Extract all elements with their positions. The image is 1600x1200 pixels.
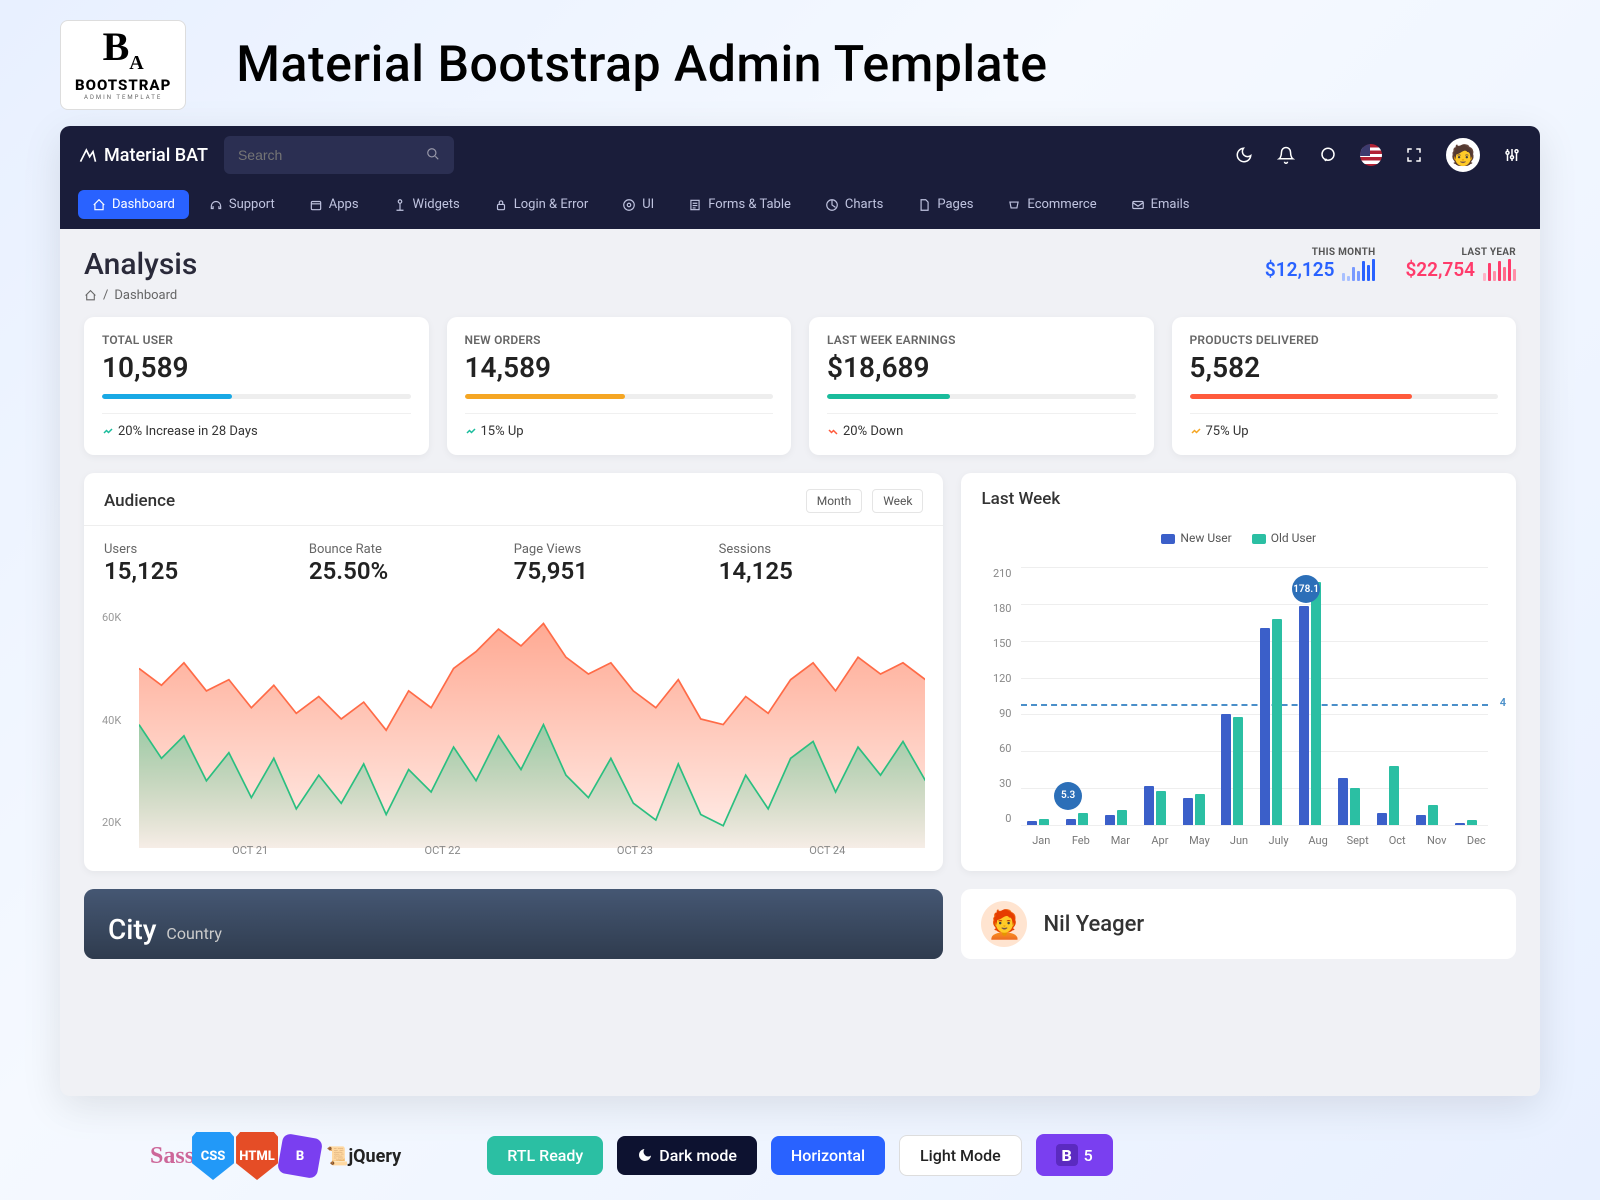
nav-charts[interactable]: Charts bbox=[811, 190, 897, 219]
footer-pill-2[interactable]: Horizontal bbox=[771, 1136, 885, 1175]
stat-label: NEW ORDERS bbox=[465, 333, 774, 347]
search-box[interactable] bbox=[224, 136, 454, 174]
settings-sliders-icon[interactable] bbox=[1502, 145, 1522, 165]
fullscreen-icon[interactable] bbox=[1404, 145, 1424, 165]
last-week-title: Last Week bbox=[981, 489, 1060, 509]
stat-trend: 75% Up bbox=[1190, 413, 1499, 439]
stat-value: 14,589 bbox=[465, 351, 774, 384]
flag-icon[interactable] bbox=[1360, 144, 1382, 166]
avatar[interactable]: 🧑 bbox=[1446, 138, 1480, 172]
home-icon[interactable] bbox=[84, 289, 97, 302]
audience-stat: Sessions14,125 bbox=[719, 542, 924, 585]
stat-label: LAST WEEK EARNINGS bbox=[827, 333, 1136, 347]
stat-value: 10,589 bbox=[102, 351, 411, 384]
mini-metric-last-year: LAST YEAR $22,754 bbox=[1405, 247, 1516, 281]
user-name: Nil Yeager bbox=[1043, 912, 1144, 937]
last-week-panel: Last Week New User Old User 210180150120… bbox=[961, 473, 1516, 871]
audience-stat: Page Views75,951 bbox=[514, 542, 719, 585]
stat-label: PRODUCTS DELIVERED bbox=[1190, 333, 1499, 347]
last-week-chart: New User Old User 2101801501209060300 4 … bbox=[961, 521, 1516, 861]
user-avatar-icon: 🧑‍🦰 bbox=[981, 901, 1027, 947]
user-panel: 🧑‍🦰 Nil Yeager bbox=[961, 889, 1516, 959]
tab-week[interactable]: Week bbox=[872, 489, 923, 513]
nav-forms-table[interactable]: Forms & Table bbox=[674, 190, 805, 219]
breadcrumb: / Dashboard bbox=[84, 288, 197, 303]
nav-emails[interactable]: Emails bbox=[1117, 190, 1204, 219]
city-panel: City Country bbox=[84, 889, 943, 959]
tab-month[interactable]: Month bbox=[806, 489, 862, 513]
page-title: Analysis bbox=[84, 247, 197, 282]
mini-metric-this-month: THIS MONTH $12,125 bbox=[1265, 247, 1376, 281]
bell-icon[interactable] bbox=[1276, 145, 1296, 165]
footer-pill-1[interactable]: Dark mode bbox=[617, 1136, 757, 1175]
audience-stat: Bounce Rate25.50% bbox=[309, 542, 514, 585]
breadcrumb-current[interactable]: Dashboard bbox=[114, 288, 177, 303]
audience-stat: Users15,125 bbox=[104, 542, 309, 585]
stat-value: $18,689 bbox=[827, 351, 1136, 384]
audience-title: Audience bbox=[104, 491, 175, 511]
stat-label: TOTAL USER bbox=[102, 333, 411, 347]
audience-chart: 60K40K20K OCT 21OCT 22OCT 23OCT 24 bbox=[84, 591, 943, 871]
footer-pill-0[interactable]: RTL Ready bbox=[487, 1136, 603, 1175]
stat-trend: 20% Increase in 28 Days bbox=[102, 413, 411, 439]
search-icon[interactable] bbox=[426, 146, 440, 165]
chat-icon[interactable] bbox=[1318, 145, 1338, 165]
footer-pill-4[interactable]: B5 bbox=[1036, 1134, 1113, 1176]
nav-login-error[interactable]: Login & Error bbox=[480, 190, 602, 219]
audience-panel: Audience Month Week Users15,125Bounce Ra… bbox=[84, 473, 943, 871]
hero-title: Material Bootstrap Admin Template bbox=[236, 36, 1047, 94]
topbar: Material BAT 🧑 bbox=[60, 126, 1540, 184]
footer-pills: RTL Ready Dark mode Horizontal Light Mode B5 bbox=[0, 1134, 1600, 1176]
nav-dashboard[interactable]: Dashboard bbox=[78, 190, 189, 219]
nav-support[interactable]: Support bbox=[195, 190, 289, 219]
stat-value: 5,582 bbox=[1190, 351, 1499, 384]
stat-card-2: LAST WEEK EARNINGS $18,689 20% Down bbox=[809, 317, 1154, 455]
search-input[interactable] bbox=[238, 147, 426, 163]
app-brand[interactable]: Material BAT bbox=[78, 145, 208, 166]
stat-trend: 15% Up bbox=[465, 413, 774, 439]
nav-apps[interactable]: Apps bbox=[295, 190, 373, 219]
nav-ui[interactable]: UI bbox=[608, 190, 668, 219]
stat-card-0: TOTAL USER 10,589 20% Increase in 28 Days bbox=[84, 317, 429, 455]
nav-widgets[interactable]: Widgets bbox=[379, 190, 474, 219]
stat-trend: 20% Down bbox=[827, 413, 1136, 439]
footer-pill-3[interactable]: Light Mode bbox=[899, 1135, 1022, 1176]
stat-card-1: NEW ORDERS 14,589 15% Up bbox=[447, 317, 792, 455]
nav-ecommerce[interactable]: Ecommerce bbox=[993, 190, 1110, 219]
moon-icon[interactable] bbox=[1234, 145, 1254, 165]
stat-card-3: PRODUCTS DELIVERED 5,582 75% Up bbox=[1172, 317, 1517, 455]
nav-pages[interactable]: Pages bbox=[903, 190, 987, 219]
bootstrap-admin-logo: BA BOOTSTRAP ADMIN TEMPLATE bbox=[60, 20, 186, 110]
navbar: Dashboard Support Apps Widgets Login & E… bbox=[60, 184, 1540, 229]
